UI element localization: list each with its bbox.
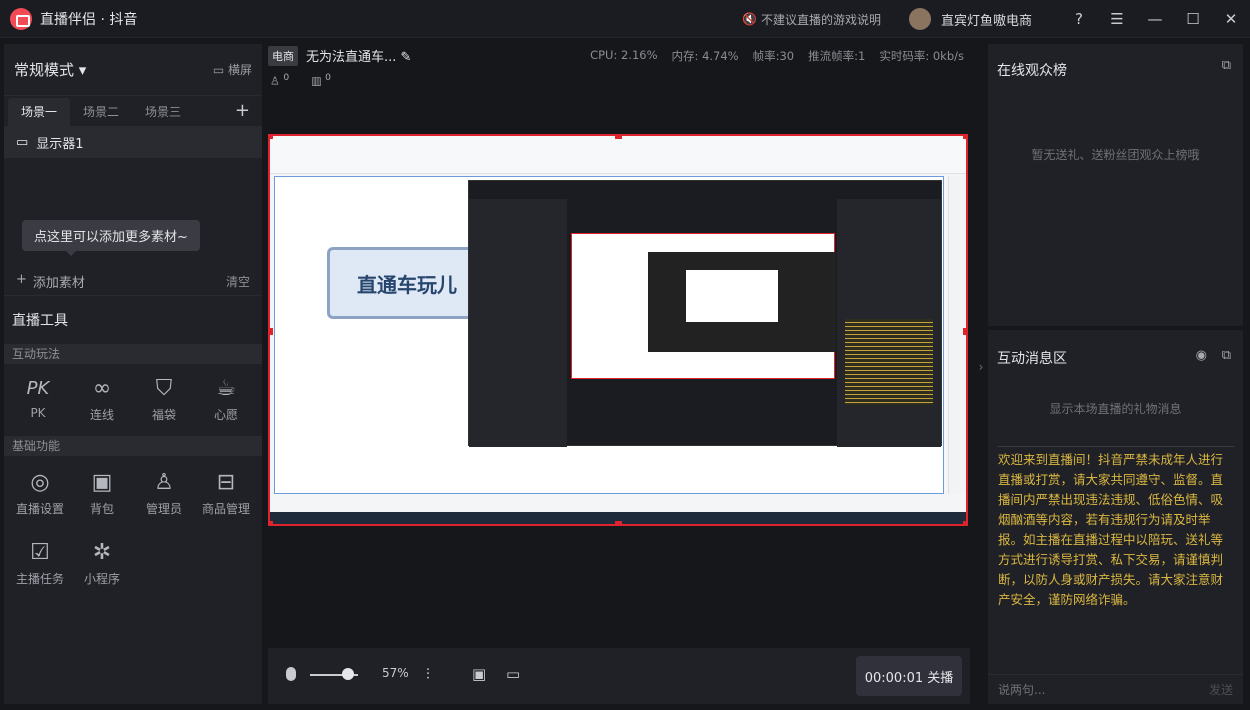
fps-stat: 帧率:30 <box>752 49 795 63</box>
pk-icon: PK <box>26 378 50 399</box>
wish-tool[interactable]: ☕ 心愿 <box>196 374 256 423</box>
screen-record-icon[interactable]: ▣ <box>472 665 486 683</box>
app-logo <box>10 7 32 30</box>
chat-input[interactable]: 说两句... 发送 <box>988 674 1243 704</box>
system-notice: 欢迎来到直播间！抖音严禁未成年人进行直播或打赏，请大家共同遵守、监督。直播间内严… <box>998 452 1224 607</box>
viewers-empty: 暂无送礼、送粉丝团观众上榜哦 <box>1031 148 1200 162</box>
stage-header: 电商 无为法直通车... ✎ CPU: 2.16% 内存: 4.74% 帧率:3… <box>268 44 970 94</box>
app-title: 直播伴侣 · 抖音 <box>40 11 138 28</box>
game-notice-link[interactable]: 🔇 不建议直播的游戏说明 <box>742 11 881 28</box>
collapse-arrow-icon[interactable]: › <box>976 360 986 388</box>
link-icon: ∞ <box>92 376 112 401</box>
gift-count: ▥ 0 <box>311 72 331 88</box>
push-fps-stat: 推流帧率:1 <box>808 49 866 63</box>
category-badge: 电商 <box>268 46 298 66</box>
tab-scene-3[interactable]: 场景三 <box>132 103 194 126</box>
add-scene-icon[interactable]: + <box>235 100 250 121</box>
anchor-task-tool[interactable]: ☑ 主播任务 <box>10 538 70 587</box>
send-button[interactable]: 发送 <box>1209 681 1233 698</box>
landscape-toggle[interactable]: ▭ 横屏 <box>213 61 252 78</box>
mode-selector[interactable]: 常规模式 ▾ <box>14 59 86 80</box>
product-manage-tool[interactable]: ⊟ 商品管理 <box>196 468 256 517</box>
messages-title: 互动消息区 <box>997 351 1067 367</box>
clear-button[interactable]: 清空 <box>226 273 250 290</box>
mute-icon: 🔇 <box>742 12 757 26</box>
tools-title: 直播工具 <box>12 313 68 329</box>
end-live-button[interactable]: 00:00:01 关播 <box>856 656 962 696</box>
gift-icon: ▥ <box>311 74 326 88</box>
settings-icon: ◎ <box>30 470 50 495</box>
user-name[interactable]: 直宾灯鱼嗷电商 <box>941 10 1032 29</box>
preview-sidebar <box>948 176 966 494</box>
add-source-tooltip: 点这里可以添加更多素材~ <box>22 220 200 256</box>
tab-scene-2[interactable]: 场景二 <box>70 103 132 126</box>
stream-preview[interactable]: 直通车玩儿 <box>268 134 968 526</box>
source-item-display[interactable]: ▭ 显示器1 <box>4 126 262 158</box>
viewers-title: 在线观众榜 <box>997 63 1067 79</box>
backpack-icon: ▣ <box>91 470 113 495</box>
tab-scene-1[interactable]: 场景一 <box>8 98 70 126</box>
basic-section-label: 基础功能 <box>4 436 262 456</box>
popout-icon[interactable]: ⧉ <box>1222 348 1231 363</box>
interactive-section-label: 互动玩法 <box>4 344 262 364</box>
wish-icon: ☕ <box>216 376 236 401</box>
maximize-icon[interactable]: ☐ <box>1174 10 1212 28</box>
user-icon: ♙ <box>270 74 284 88</box>
add-source-button[interactable]: + 添加素材 <box>16 272 85 291</box>
pk-tool[interactable]: PK PK <box>8 374 68 420</box>
settings-icon[interactable]: ◉ <box>1196 348 1207 363</box>
mind-map-node: 直通车玩儿 <box>327 247 487 319</box>
mini-program-icon: ✲ <box>92 540 112 565</box>
volume-value: 57% <box>382 666 409 680</box>
gift-hint: 显示本场直播的礼物消息 <box>1049 402 1182 416</box>
avatar[interactable] <box>908 8 931 30</box>
live-title[interactable]: 无为法直通车... ✎ <box>306 46 411 65</box>
minimize-icon[interactable]: — <box>1136 10 1174 28</box>
lucky-bag-tool[interactable]: ⛉ 福袋 <box>134 374 194 423</box>
popout-icon[interactable]: ⧉ <box>1222 58 1231 73</box>
help-icon[interactable]: ? <box>1060 10 1098 28</box>
camera-icon[interactable]: ▭ <box>506 665 520 683</box>
mixer-icon[interactable]: ⫶ <box>426 665 430 683</box>
admin-tool[interactable]: ♙ 管理员 <box>134 468 194 517</box>
preview-app-toolbar <box>270 136 966 174</box>
bitrate-stat: 实时码率: 0kb/s <box>879 49 964 63</box>
menu-icon[interactable]: ☰ <box>1098 10 1136 28</box>
shop-icon: ⊟ <box>216 470 236 495</box>
landscape-icon: ▭ <box>212 63 228 77</box>
link-tool[interactable]: ∞ 连线 <box>72 374 132 423</box>
plus-icon: + <box>16 272 27 287</box>
backpack-tool[interactable]: ▣ 背包 <box>72 468 132 517</box>
viewers-panel: 在线观众榜 ⧉ 暂无送礼、送粉丝团观众上榜哦 <box>988 44 1243 326</box>
monitor-icon: ▭ <box>16 134 29 150</box>
mic-icon[interactable] <box>286 667 296 681</box>
title-bar: 直播伴侣 · 抖音 🔇 不建议直播的游戏说明 直宾灯鱼嗷电商 ? ☰ — ☐ ✕ <box>0 0 1250 38</box>
admin-icon: ♙ <box>154 470 174 495</box>
chat-placeholder: 说两句... <box>998 683 1046 697</box>
task-icon: ☑ <box>30 540 50 565</box>
mem-stat: 内存: 4.74% <box>671 49 739 63</box>
cpu-stat: CPU: 2.16% <box>590 48 658 62</box>
edit-icon[interactable]: ✎ <box>401 50 412 65</box>
nested-preview-window <box>468 180 942 447</box>
mini-program-tool[interactable]: ✲ 小程序 <box>72 538 132 587</box>
volume-knob[interactable] <box>342 668 354 680</box>
live-settings-tool[interactable]: ◎ 直播设置 <box>10 468 70 517</box>
stats-bar: CPU: 2.16% 内存: 4.74% 帧率:30 推流帧率:1 实时码率: … <box>590 48 964 64</box>
messages-panel: 互动消息区 ◉ ⧉ 显示本场直播的礼物消息 欢迎来到直播间！抖音严禁未成年人进行… <box>988 330 1243 704</box>
bottom-controls: 57% ⫶ ▣ ▭ 00:00:01 关播 <box>268 648 970 704</box>
viewer-count: ♙ 0 <box>270 72 290 88</box>
left-panel: 常规模式 ▾ ▭ 横屏 场景一 场景二 场景三 + ▭ 显示器1 点这里可以添加… <box>4 44 262 704</box>
lucky-bag-icon: ⛉ <box>155 376 173 401</box>
close-icon[interactable]: ✕ <box>1212 10 1250 28</box>
